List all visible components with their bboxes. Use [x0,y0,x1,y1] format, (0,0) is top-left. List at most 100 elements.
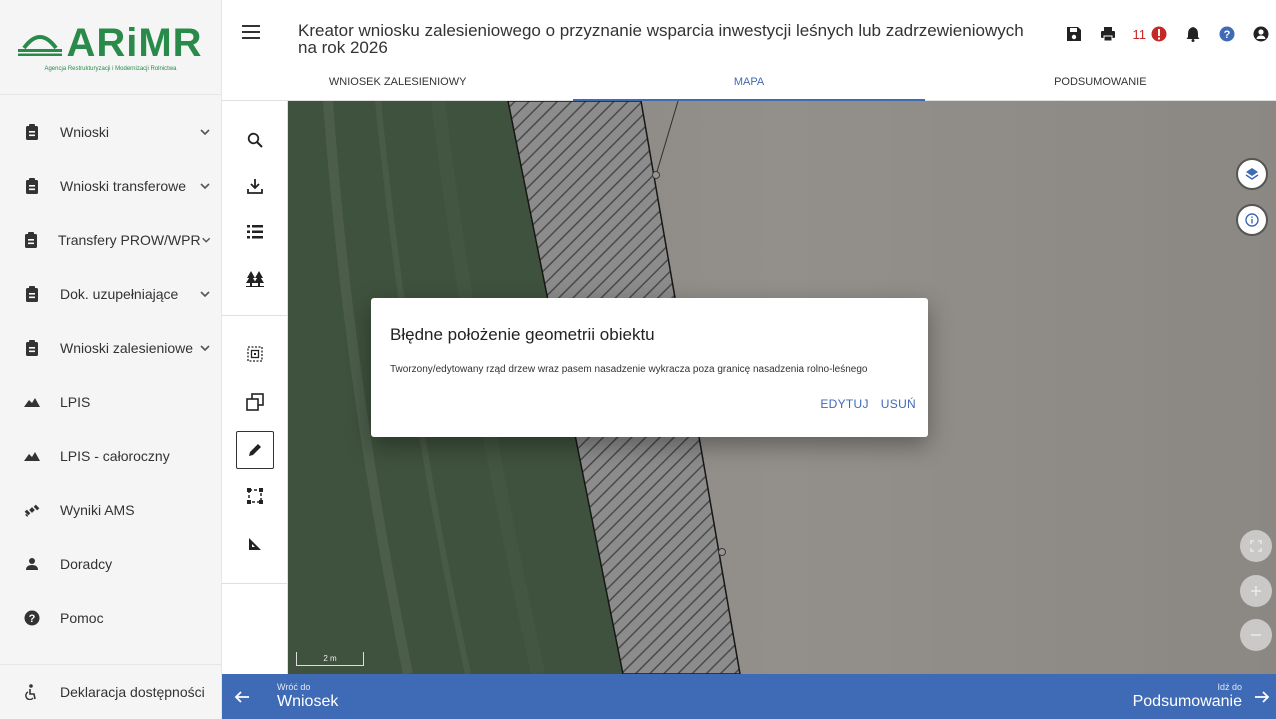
arimr-logo[interactable]: ARiMR Agencja Restrukturyzacji i Moderni… [0,0,221,95]
page-title-line1: Kreator wniosku zalesieniowego o przyzna… [298,21,1024,40]
mountain-icon [24,448,40,464]
sidebar-item-wyniki-ams[interactable]: Wyniki AMS [0,483,221,537]
delete-button[interactable]: USUŃ [881,397,916,411]
dialog-title: Błędne położenie geometrii obiektu [390,325,655,344]
next-caption: Idź do [1217,682,1242,692]
measure-tool[interactable] [236,525,274,563]
minus-icon [1251,634,1261,636]
sidebar: ARiMR Agencja Restrukturyzacji i Moderni… [0,0,222,719]
logo-subtitle: Agencja Restrukturyzacji i Modernizacji … [44,65,177,72]
map-tools [222,101,288,674]
clipboard-icon [24,286,40,302]
info-icon [1245,213,1259,227]
tools-separator [222,583,288,584]
list-tool[interactable] [236,213,274,251]
sidebar-item-lpis[interactable]: LPIS [0,375,221,429]
sidebar-item-dok-uzupelniajace[interactable]: Dok. uzupełniające [0,267,221,321]
clipboard-icon [24,124,40,140]
account-icon[interactable] [1252,25,1270,43]
select-area-tool[interactable] [236,335,274,373]
zoom-in-button[interactable] [1240,575,1272,607]
sidebar-item-label: Doradcy [60,556,113,572]
sidebar-item-label: Dok. uzupełniające [60,286,179,302]
sidebar-item-pomoc[interactable]: ? Pomoc [0,591,221,645]
wizard-navigation-bar: Wróć do Wniosek Idź do Podsumowanie [222,674,1276,719]
back-target: Wniosek [277,693,339,710]
next-button[interactable]: Idź do Podsumowanie [1133,682,1242,712]
sidebar-item-wnioski-zalesieniowe[interactable]: Wnioski zalesieniowe [0,321,221,375]
sidebar-item-label: Deklaracja dostępności [60,684,205,700]
sidebar-item-wnioski-transferowe[interactable]: Wnioski transferowe [0,159,221,213]
logo-text: ARiMR [66,20,203,65]
tab-wniosek-zalesieniowy[interactable]: WNIOSEK ZALESIENIOWY [222,68,573,101]
search-tool[interactable] [236,121,274,159]
clipboard-icon [24,340,40,356]
layers-icon [1245,168,1259,180]
sidebar-item-lpis-caloroczny[interactable]: LPIS - całoroczny [0,429,221,483]
tools-separator [222,315,288,316]
error-dialog: Błędne położenie geometrii obiektu Tworz… [371,298,928,437]
sidebar-item-label: Wnioski transferowe [60,178,187,194]
bell-icon[interactable] [1184,25,1202,43]
tab-podsumowanie[interactable]: PODSUMOWANIE [925,68,1276,101]
layers-button[interactable] [1236,158,1268,190]
help-icon[interactable]: ? [1218,25,1236,43]
sidebar-item-label: Wyniki AMS [60,502,135,518]
sidebar-nav: Wnioski Wnioski transferowe Transfery PR… [0,95,221,645]
select-area-icon [247,346,263,362]
rectangle-tool[interactable] [236,477,274,515]
mountain-icon [24,394,40,410]
tab-mapa[interactable]: MAPA [573,68,925,101]
accessibility-icon [24,684,40,700]
satellite-icon [24,502,40,518]
clipboard-icon [24,232,38,248]
sidebar-item-label: Transfery PROW/WPR [58,232,201,248]
sidebar-item-wnioski[interactable]: Wnioski [0,105,221,159]
sidebar-item-label: LPIS - całoroczny [60,448,170,464]
app-header: Kreator wniosku zalesieniowego o przyzna… [222,0,1276,101]
back-button[interactable]: Wróć do Wniosek [277,682,338,712]
zoom-out-button[interactable] [1240,619,1272,651]
download-icon [247,179,263,194]
dialog-message: Tworzony/edytowany rząd drzew wraz pasem… [390,364,868,375]
info-button[interactable] [1236,204,1268,236]
clipboard-icon [24,178,40,194]
sidebar-item-transfery[interactable]: Transfery PROW/WPR [0,213,221,267]
list-icon [247,225,263,239]
person-icon [24,556,40,572]
sidebar-item-label: Wnioski zalesieniowe [60,340,194,356]
help-icon: ? [24,610,40,626]
sidebar-item-doradcy[interactable]: Doradcy [0,537,221,591]
hamburger-menu-icon[interactable] [242,24,260,40]
chevron-down-icon [201,237,210,243]
warning-icon[interactable] [1150,25,1168,43]
chevron-down-icon [200,183,210,190]
dialog-actions: EDYTUJ USUŃ [820,397,916,411]
trees-icon [246,271,264,287]
page-title-line2: na rok 2026 [298,38,388,57]
next-target: Podsumowanie [1132,693,1242,710]
rectangle-select-icon [247,488,263,504]
ruler-triangle-icon [249,538,261,550]
plus-icon [1251,586,1261,596]
warning-count: 11 [1132,26,1147,42]
download-tool[interactable] [236,167,274,205]
save-icon[interactable] [1065,25,1083,43]
sidebar-item-label: Pomoc [60,610,104,626]
trees-tool[interactable] [236,259,274,297]
copy-geometry-tool[interactable] [236,383,274,421]
edit-button[interactable]: EDYTUJ [820,397,868,411]
fullscreen-button[interactable] [1240,530,1272,562]
draw-tool[interactable] [236,431,274,469]
sidebar-item-label: LPIS [60,394,91,410]
chevron-down-icon [200,129,210,136]
chevron-down-icon [200,345,210,352]
header-toolbar: 11 ? [1065,25,1271,43]
copy-icon [246,393,264,411]
arrow-right-icon[interactable] [1254,689,1270,705]
chevron-down-icon [200,291,210,298]
sidebar-item-deklaracja-dostepnosci[interactable]: Deklaracja dostępności [0,664,221,719]
arrow-left-icon[interactable] [234,689,250,705]
search-icon [247,132,263,148]
print-icon[interactable] [1099,25,1117,43]
